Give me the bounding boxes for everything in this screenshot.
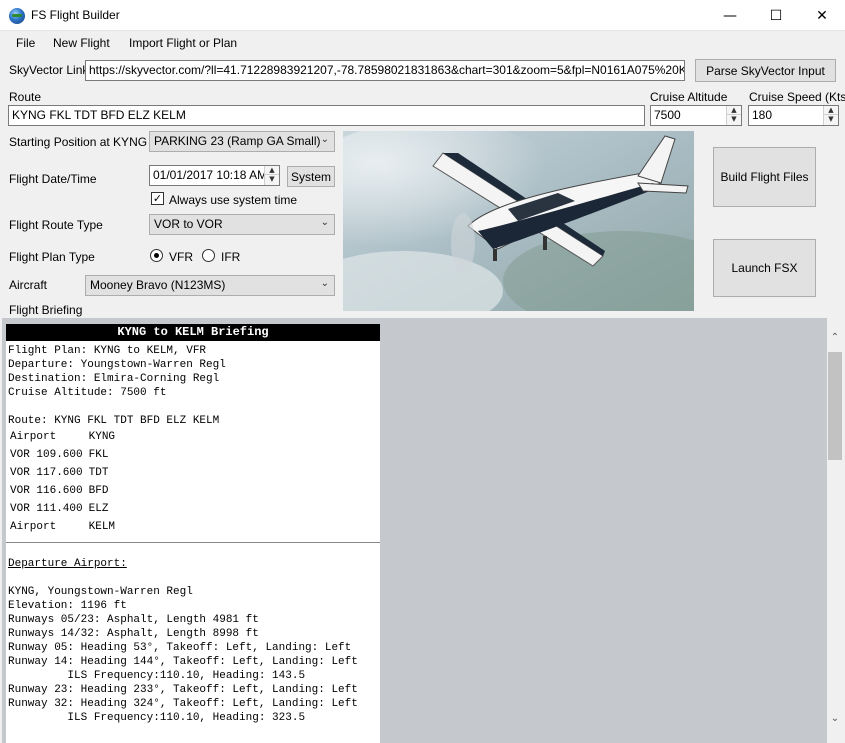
route-table-cell: TDT — [88, 467, 109, 479]
route-table-cell: BFD — [88, 485, 109, 497]
route-table-cell: VOR 109.600 — [10, 449, 83, 461]
departure-line: Elevation: 1196 ft — [8, 600, 127, 612]
menu-bar — [0, 31, 845, 55]
briefing-summary-line: Flight Plan: KYNG to KELM, VFR — [8, 345, 207, 357]
speed-spinner[interactable]: ▲ ▼ — [823, 106, 838, 125]
departure-line: Runway 05: Heading 53°, Takeoff: Left, L… — [8, 642, 352, 654]
briefing-document: KYNG to KELM Briefing Flight Plan: KYNG … — [6, 324, 380, 743]
app-globe-icon — [9, 8, 25, 24]
build-flight-files-button[interactable]: Build Flight Files — [713, 147, 816, 207]
departure-line: Runway 32: Heading 324°, Takeoff: Left, … — [8, 698, 358, 710]
cruise-altitude-value: 7500 — [654, 108, 681, 122]
departure-line: Runways 05/23: Asphalt, Length 4981 ft — [8, 614, 259, 626]
flight-date-label: Flight Date/Time — [9, 172, 97, 186]
departure-line: KYNG, Youngstown-Warren Regl — [8, 586, 193, 598]
altitude-spinner[interactable]: ▲ ▼ — [726, 106, 741, 125]
starting-position-value: PARKING 23 (Ramp GA Small) — [154, 134, 321, 148]
briefing-summary-line: Cruise Altitude: 7500 ft — [8, 387, 167, 399]
route-table-cell: VOR 116.600 — [10, 485, 83, 497]
cruise-altitude-label: Cruise Altitude — [650, 90, 728, 104]
table-row: VOR 109.600 FKL — [7, 446, 118, 464]
aircraft-value: Mooney Bravo (N123MS) — [90, 278, 226, 292]
spin-up-icon[interactable]: ▲ — [824, 106, 838, 115]
briefing-summary-line: Destination: Elmira-Corning Regl — [8, 373, 220, 385]
scroll-down-icon[interactable]: ⌄ — [827, 713, 843, 729]
departure-heading: Departure Airport: — [8, 558, 127, 570]
system-time-button[interactable]: System — [287, 166, 335, 187]
flight-route-type-value: VOR to VOR — [154, 217, 223, 231]
aircraft-image — [343, 131, 694, 311]
chevron-down-icon: ⌄ — [320, 217, 329, 228]
vfr-radio[interactable] — [150, 249, 163, 262]
skyvector-label: SkyVector Link — [9, 63, 89, 77]
vfr-radio-label: VFR — [169, 250, 193, 264]
spin-up-icon[interactable]: ▲ — [727, 106, 741, 115]
ifr-radio-label: IFR — [221, 250, 241, 264]
starting-position-select[interactable]: PARKING 23 (Ramp GA Small) ⌄ — [149, 131, 335, 152]
menu-new-flight[interactable]: New Flight — [53, 36, 110, 50]
skyvector-url-input[interactable]: https://skyvector.com/?ll=41.71228983921… — [85, 60, 685, 81]
route-table: Airport KYNG VOR 109.600 FKL VOR 117.600 TD… — [7, 428, 118, 536]
cruise-speed-input[interactable]: 180 ▲ ▼ — [748, 105, 839, 126]
route-table-cell: FKL — [88, 449, 109, 461]
minimize-button[interactable]: — — [707, 0, 753, 31]
route-table-cell: KYNG — [88, 431, 116, 443]
route-table-cell: Airport — [10, 431, 57, 443]
flight-date-input[interactable]: 01/01/2017 10:18 AM ▲ ▼ — [149, 165, 280, 186]
table-row: Airport KELM — [7, 518, 118, 536]
menu-import-flight[interactable]: Import Flight or Plan — [129, 36, 237, 50]
chevron-down-icon: ⌄ — [320, 134, 329, 145]
route-table-cell: VOR 111.400 — [10, 503, 83, 515]
spin-down-icon[interactable]: ▼ — [265, 175, 279, 184]
departure-line: ILS Frequency:110.10, Heading: 143.5 — [8, 670, 306, 682]
briefing-header: KYNG to KELM Briefing — [6, 324, 380, 341]
briefing-summary-line: Departure: Youngstown-Warren Regl — [8, 359, 226, 371]
scrollbar-thumb[interactable] — [828, 352, 842, 460]
cruise-altitude-input[interactable]: 7500 ▲ ▼ — [650, 105, 742, 126]
menu-file[interactable]: File — [16, 36, 35, 50]
always-system-time-label: Always use system time — [169, 193, 298, 207]
scroll-up-icon[interactable]: ⌃ — [827, 332, 843, 348]
always-system-time-checkbox[interactable]: ✓ — [151, 192, 164, 205]
spin-down-icon[interactable]: ▼ — [824, 115, 838, 124]
aircraft-photo — [343, 131, 694, 311]
table-row: VOR 116.600 BFD — [7, 482, 118, 500]
route-table-cell: ELZ — [88, 503, 109, 515]
table-row: VOR 111.400 ELZ — [7, 500, 118, 518]
aircraft-select[interactable]: Mooney Bravo (N123MS) ⌄ — [85, 275, 335, 296]
launch-fsx-button[interactable]: Launch FSX — [713, 239, 816, 297]
flight-date-value: 01/01/2017 10:18 AM — [153, 168, 268, 182]
flight-route-type-select[interactable]: VOR to VOR ⌄ — [149, 214, 335, 235]
route-input[interactable]: KYNG FKL TDT BFD ELZ KELM — [8, 105, 645, 126]
flight-briefing-label: Flight Briefing — [9, 303, 83, 317]
spin-up-icon[interactable]: ▲ — [265, 166, 279, 175]
briefing-scrollbar[interactable]: ⌃ ⌄ — [827, 330, 843, 743]
departure-line: Runways 14/32: Asphalt, Length 8998 ft — [8, 628, 259, 640]
cruise-speed-value: 180 — [752, 108, 773, 122]
starting-position-label: Starting Position at KYNG — [9, 135, 148, 149]
flight-plan-type-label: Flight Plan Type — [9, 250, 95, 264]
maximize-button[interactable]: ☐ — [753, 0, 799, 31]
parse-skyvector-button[interactable]: Parse SkyVector Input — [695, 59, 836, 82]
ifr-radio[interactable] — [202, 249, 215, 262]
route-table-cell: Airport — [10, 521, 57, 533]
route-table-cell: KELM — [88, 521, 116, 533]
aircraft-label: Aircraft — [9, 278, 48, 292]
table-row: VOR 117.600 TDT — [7, 464, 118, 482]
flight-route-type-label: Flight Route Type — [9, 218, 103, 232]
chevron-down-icon: ⌄ — [320, 278, 329, 289]
cruise-speed-label: Cruise Speed (Kts) — [749, 90, 845, 104]
close-button[interactable]: ✕ — [799, 0, 845, 31]
departure-line: ILS Frequency:110.10, Heading: 323.5 — [8, 712, 306, 724]
table-row: Airport KYNG — [7, 428, 118, 446]
divider — [6, 542, 380, 543]
spin-down-icon[interactable]: ▼ — [727, 115, 741, 124]
date-spinner[interactable]: ▲ ▼ — [264, 166, 279, 185]
route-table-cell: VOR 117.600 — [10, 467, 83, 479]
departure-line: Runway 14: Heading 144°, Takeoff: Left, … — [8, 656, 358, 668]
route-label: Route — [9, 90, 42, 104]
briefing-route-line: Route: KYNG FKL TDT BFD ELZ KELM — [8, 415, 220, 427]
window-title: FS Flight Builder — [31, 8, 120, 22]
departure-line: Runway 23: Heading 233°, Takeoff: Left, … — [8, 684, 358, 696]
